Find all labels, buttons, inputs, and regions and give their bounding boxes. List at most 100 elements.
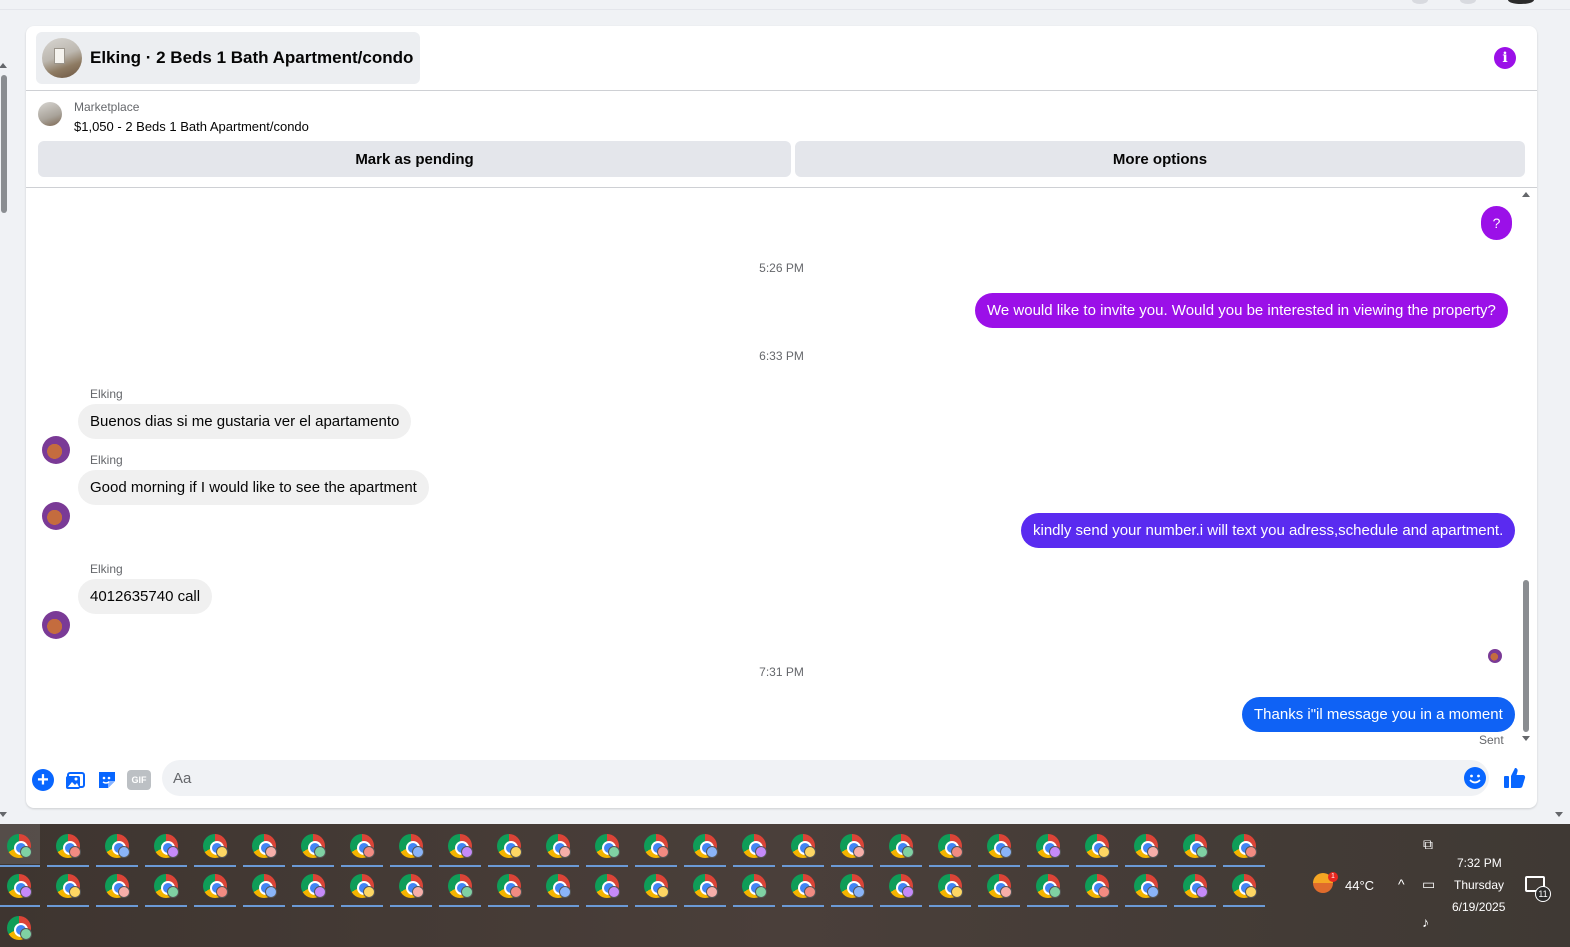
- chrome-taskbar-icon[interactable]: [47, 871, 89, 907]
- image-icon[interactable]: [65, 769, 87, 791]
- chrome-taskbar-icon[interactable]: [488, 871, 530, 907]
- chrome-taskbar-icon[interactable]: [831, 871, 873, 907]
- like-icon[interactable]: [1503, 766, 1527, 790]
- sender-name: Elking: [90, 453, 123, 467]
- browser-top-strip: [0, 0, 1570, 10]
- chrome-taskbar-icon[interactable]: [0, 871, 40, 907]
- chrome-taskbar-icon[interactable]: [929, 871, 971, 907]
- clock-date[interactable]: 6/19/2025: [1452, 900, 1505, 914]
- chrome-taskbar-icon[interactable]: [1076, 871, 1118, 907]
- chevron-up-icon[interactable]: ^: [1398, 876, 1405, 892]
- temperature[interactable]: 44°C: [1345, 878, 1374, 893]
- chrome-taskbar-icon[interactable]: [537, 831, 579, 867]
- scroll-up-arrow-icon[interactable]: [1522, 192, 1530, 197]
- chrome-taskbar-icon[interactable]: [1174, 871, 1216, 907]
- chrome-taskbar-icon[interactable]: [145, 871, 187, 907]
- chrome-taskbar-icon[interactable]: [684, 831, 726, 867]
- chrome-taskbar-icon[interactable]: [831, 831, 873, 867]
- page-scrollbar-thumb[interactable]: [1, 75, 7, 213]
- chrome-taskbar-icon[interactable]: [488, 831, 530, 867]
- chrome-taskbar-icon[interactable]: [96, 871, 138, 907]
- chrome-taskbar-icon[interactable]: [733, 871, 775, 907]
- scroll-down-arrow-icon[interactable]: [1555, 812, 1563, 817]
- message-input[interactable]: [162, 760, 1489, 796]
- listing-description[interactable]: $1,050 - 2 Beds 1 Bath Apartment/condo: [74, 119, 309, 134]
- network-icon[interactable]: ▭: [1422, 876, 1435, 893]
- chrome-taskbar-icon[interactable]: [978, 831, 1020, 867]
- chrome-taskbar-icon[interactable]: [439, 871, 481, 907]
- clock-day[interactable]: Thursday: [1454, 878, 1504, 892]
- camera-icon[interactable]: ⧉: [1423, 836, 1433, 853]
- chrome-taskbar-icon[interactable]: [782, 871, 824, 907]
- chrome-taskbar-icon[interactable]: [929, 831, 971, 867]
- chrome-taskbar-icon[interactable]: [292, 831, 334, 867]
- chrome-taskbar-icon[interactable]: [390, 871, 432, 907]
- chrome-taskbar-icon[interactable]: [243, 831, 285, 867]
- scroll-down-arrow-icon[interactable]: [1522, 736, 1530, 741]
- thread-scrollbar-thumb[interactable]: [1523, 580, 1529, 732]
- chrome-taskbar-icon[interactable]: [537, 871, 579, 907]
- chrome-taskbar-icon[interactable]: [439, 831, 481, 867]
- chrome-taskbar-icon[interactable]: [733, 831, 775, 867]
- chrome-taskbar-icon[interactable]: [1076, 831, 1118, 867]
- chrome-taskbar-icon[interactable]: [341, 831, 383, 867]
- chrome-taskbar-icon[interactable]: [96, 831, 138, 867]
- weather-badge: 1: [1328, 872, 1338, 882]
- conversation-title-button[interactable]: Elking · 2 Beds 1 Bath Apartment/condo: [36, 32, 421, 84]
- chrome-taskbar-icon[interactable]: [341, 871, 383, 907]
- scroll-down-arrow-icon[interactable]: [0, 812, 7, 817]
- chrome-taskbar-icon[interactable]: [47, 831, 89, 867]
- chrome-taskbar-icon[interactable]: [1223, 871, 1265, 907]
- chrome-taskbar-icon[interactable]: [1027, 831, 1069, 867]
- chrome-taskbar-icon[interactable]: [586, 871, 628, 907]
- chrome-taskbar-icon[interactable]: [194, 831, 236, 867]
- profile-avatar[interactable]: [1508, 0, 1534, 4]
- volume-icon[interactable]: ♪: [1422, 914, 1429, 930]
- chrome-taskbar-icon[interactable]: [292, 871, 334, 907]
- incoming-message: Good morning if I would like to see the …: [78, 470, 429, 505]
- chrome-taskbar-icon[interactable]: [145, 831, 187, 867]
- message-composer: + GIF: [26, 758, 1537, 808]
- chrome-taskbar-icon[interactable]: [635, 871, 677, 907]
- chrome-taskbar-icon[interactable]: [635, 831, 677, 867]
- mark-as-pending-button[interactable]: Mark as pending: [38, 141, 791, 177]
- chrome-taskbar-icon[interactable]: [1125, 831, 1167, 867]
- chrome-taskbar-icon[interactable]: [390, 831, 432, 867]
- chrome-taskbar-icon[interactable]: [243, 871, 285, 907]
- more-options-button[interactable]: More options: [795, 141, 1525, 177]
- emoji-icon[interactable]: [1464, 767, 1486, 789]
- chrome-taskbar-icon[interactable]: [880, 871, 922, 907]
- chrome-taskbar-icon[interactable]: [880, 831, 922, 867]
- scroll-up-arrow-icon[interactable]: [0, 63, 7, 68]
- listing-thumbnail[interactable]: [38, 102, 62, 126]
- top-icon: [1460, 0, 1476, 4]
- chrome-taskbar-icon[interactable]: [1174, 831, 1216, 867]
- gif-icon[interactable]: GIF: [127, 770, 151, 790]
- contact-avatar[interactable]: [42, 436, 70, 464]
- outgoing-message: kindly send your number.i will text you …: [1021, 513, 1516, 548]
- chrome-taskbar-icon[interactable]: [194, 871, 236, 907]
- chrome-taskbar-icon[interactable]: [1027, 871, 1069, 907]
- listing-avatar: [42, 38, 82, 78]
- clock-time[interactable]: 7:32 PM: [1457, 856, 1502, 870]
- chrome-taskbar-icon[interactable]: [978, 871, 1020, 907]
- message-bubble-unknown: ?: [1481, 206, 1512, 240]
- chrome-taskbar-icon[interactable]: [586, 831, 628, 867]
- contact-avatar[interactable]: [42, 611, 70, 639]
- chrome-taskbar-icon[interactable]: [1223, 831, 1265, 867]
- message-thread: ? 5:26 PM We would like to invite you. W…: [26, 188, 1537, 758]
- chrome-taskbar-icon[interactable]: [782, 831, 824, 867]
- timestamp: 6:33 PM: [759, 349, 804, 363]
- thread-scrollbar[interactable]: [1521, 188, 1531, 748]
- chrome-taskbar-icon[interactable]: [4, 913, 34, 943]
- contact-avatar[interactable]: [42, 502, 70, 530]
- page-scrollbar[interactable]: [0, 55, 10, 820]
- listing-source: Marketplace: [74, 100, 140, 114]
- info-icon[interactable]: i: [1494, 47, 1516, 69]
- sticker-icon[interactable]: [96, 769, 118, 791]
- chrome-taskbar-icon[interactable]: [684, 871, 726, 907]
- chrome-taskbar-icon[interactable]: [1125, 871, 1167, 907]
- plus-icon[interactable]: +: [32, 769, 54, 791]
- timestamp: 7:31 PM: [759, 665, 804, 679]
- chrome-taskbar-icon[interactable]: [0, 831, 40, 867]
